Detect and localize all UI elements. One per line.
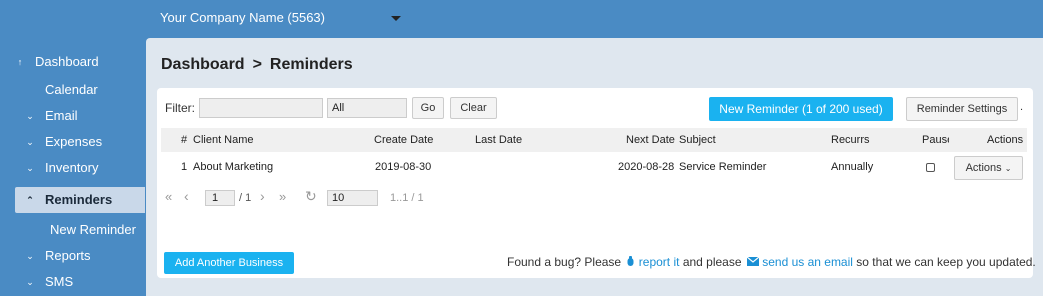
reminders-card: Filter: All Go Clear New Reminder (1 of … [157, 88, 1036, 278]
page-size-input[interactable]: 10 [327, 190, 378, 206]
footer-text-1: Found a bug? Please [507, 255, 622, 269]
go-button[interactable]: Go [412, 97, 444, 119]
col-last-date[interactable]: Last Date [475, 134, 522, 146]
add-business-button[interactable]: Add Another Business [164, 252, 294, 274]
chevron-up-icon: ⌃ [26, 195, 34, 205]
bug-report-footer: Found a bug? Please report it and please… [507, 255, 1036, 269]
row-num: 1 [181, 161, 188, 173]
row-create-date: 2019-08-30 [375, 161, 432, 173]
report-it-link[interactable]: report it [639, 255, 680, 269]
next-page-icon[interactable]: › [260, 188, 265, 204]
arrow-up-icon: ↑ [17, 57, 23, 67]
bug-icon [627, 256, 634, 266]
sidebar-item-label: Reports [45, 248, 91, 263]
footer-text-2: and please [682, 255, 742, 269]
breadcrumb: Dashboard > Reminders [161, 56, 353, 74]
col-num: # [181, 134, 188, 146]
row-recurrs: Annually [831, 161, 874, 173]
sidebar-item-label: Expenses [45, 134, 103, 149]
row-client-name[interactable]: About Marketing [193, 161, 273, 173]
row-actions-button[interactable]: Actions ⌄ [954, 156, 1023, 180]
page-title: Reminders [269, 56, 353, 73]
sidebar-item-label: SMS [45, 274, 74, 289]
sidebar-item-dashboard[interactable]: ↑ Dashboard [0, 50, 145, 74]
page-range: 1..1 / 1 [390, 192, 424, 204]
row-next-date: 2020-08-28 [618, 161, 675, 173]
sidebar-item-calendar[interactable]: Calendar [0, 78, 145, 102]
col-create-date[interactable]: Create Date [374, 134, 433, 146]
refresh-icon[interactable]: ↻ [305, 188, 317, 205]
pause-checkbox[interactable] [926, 163, 935, 172]
sidebar-item-reminders[interactable]: ⌃ Reminders [15, 187, 145, 213]
sidebar-item-label: Dashboard [35, 54, 99, 69]
sidebar-item-label: New Reminder [50, 222, 136, 237]
company-selector[interactable]: Your Company Name (5563) [160, 10, 325, 25]
col-next-date[interactable]: Next Date [626, 134, 675, 146]
col-actions: Actions [987, 134, 1024, 146]
page-count: / 1 [239, 192, 252, 204]
filter-select[interactable]: All [327, 98, 407, 118]
caret-down-icon[interactable] [391, 16, 401, 21]
sidebar-item-label: Email [45, 108, 78, 123]
table-header: # Client Name Create Date Last Date Next… [161, 128, 1027, 152]
col-client-name[interactable]: Client Name [193, 134, 254, 146]
chevron-down-icon: ⌄ [26, 111, 34, 121]
col-pause[interactable]: Pause [922, 134, 949, 146]
chevron-right-icon: > [252, 56, 262, 73]
footer-text-3: so that we can keep you updated. [856, 255, 1036, 269]
row-actions-label: Actions [965, 162, 1002, 174]
breadcrumb-parent[interactable]: Dashboard [161, 56, 245, 73]
sidebar: ↑ Dashboard Calendar ⌄ Email ⌄ Expenses … [0, 0, 145, 296]
prev-page-icon[interactable]: ‹ [184, 188, 189, 204]
envelope-icon [746, 256, 760, 266]
new-reminder-button[interactable]: New Reminder (1 of 200 used) [709, 97, 893, 121]
sidebar-item-sms[interactable]: ⌄ SMS [0, 270, 145, 294]
sidebar-item-label: Calendar [45, 82, 98, 97]
page-input[interactable]: 1 [205, 190, 235, 206]
chevron-down-icon: ⌄ [26, 251, 34, 261]
clear-button[interactable]: Clear [450, 97, 497, 119]
last-page-icon[interactable]: » [279, 189, 286, 204]
settings-trailing-text: . [1020, 101, 1024, 113]
sidebar-item-new-reminder[interactable]: New Reminder [0, 218, 145, 242]
chevron-down-icon: ⌄ [1004, 164, 1012, 173]
first-page-icon[interactable]: « [165, 189, 172, 204]
row-subject: Service Reminder [679, 161, 767, 173]
chevron-down-icon: ⌄ [26, 277, 34, 287]
filter-label: Filter: [165, 101, 195, 115]
main-panel: Dashboard > Reminders Filter: All Go Clear… [146, 38, 1043, 296]
chevron-down-icon: ⌄ [26, 163, 34, 173]
sidebar-item-reports[interactable]: ⌄ Reports [0, 244, 145, 268]
chevron-down-icon: ⌄ [26, 137, 34, 147]
filter-input[interactable] [199, 98, 323, 118]
send-email-link[interactable]: send us an email [762, 255, 853, 269]
sidebar-item-expenses[interactable]: ⌄ Expenses [0, 130, 145, 154]
col-recurrs[interactable]: Recurrs [831, 134, 870, 146]
sidebar-item-label: Reminders [45, 192, 113, 207]
sidebar-item-email[interactable]: ⌄ Email [0, 104, 145, 128]
sidebar-item-inventory[interactable]: ⌄ Inventory [0, 156, 145, 180]
reminder-settings-button[interactable]: Reminder Settings [906, 97, 1018, 121]
sidebar-item-label: Inventory [45, 160, 99, 175]
col-subject[interactable]: Subject [679, 134, 716, 146]
